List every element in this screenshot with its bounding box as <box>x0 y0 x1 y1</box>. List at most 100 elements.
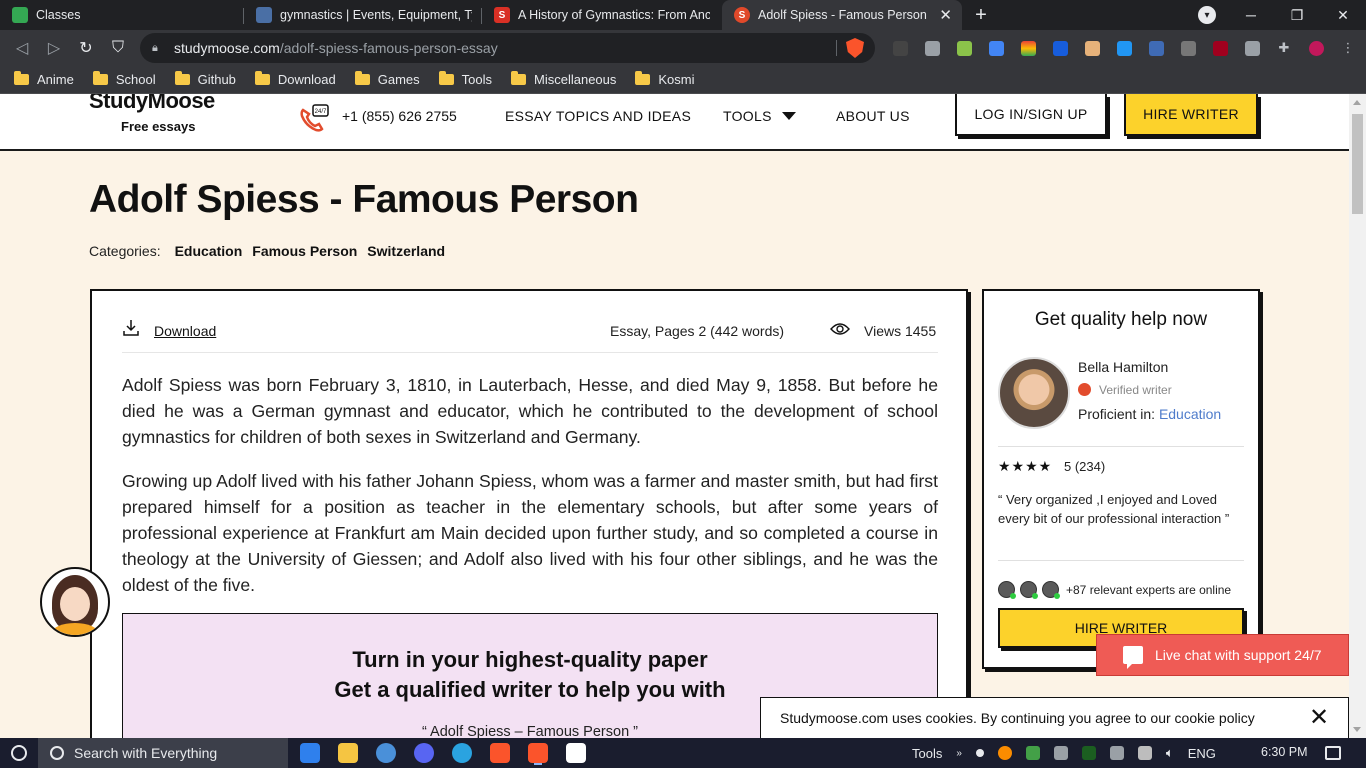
bookmark-folder[interactable]: Miscellaneous <box>511 71 616 87</box>
chrome-tray-icon[interactable] <box>997 746 1012 760</box>
live-chat-button[interactable]: Live chat with support 24/7 <box>1096 634 1349 676</box>
network-icon[interactable] <box>1137 746 1152 760</box>
close-cookie-icon[interactable]: ✕ <box>1308 706 1330 730</box>
folder-icon <box>354 71 370 85</box>
s-logo-icon: S <box>494 7 510 23</box>
clock[interactable]: 6:30 PM <box>1261 745 1308 759</box>
cta-headline: Turn in your highest-quality paper <box>352 647 708 672</box>
nav-about-us[interactable]: ABOUT US <box>836 108 910 124</box>
cookie-text: Studymoose.com uses cookies. By continui… <box>780 710 1255 726</box>
ublock-icon[interactable] <box>1208 36 1232 60</box>
studymoose-favicon-icon: S <box>734 7 750 23</box>
phone-number[interactable]: +1 (855) 626 2755 <box>342 108 457 124</box>
extension-icon[interactable] <box>888 36 912 60</box>
taskbar-search-placeholder: Search with Everything <box>74 745 218 761</box>
browser-tab-strip: Classes gymnastics | Events, Equipment, … <box>0 0 1366 30</box>
extension-icon[interactable] <box>1112 36 1136 60</box>
site-logo[interactable]: StudyMoose <box>89 94 215 114</box>
star-rating-icon: ★★★★ <box>998 458 1053 474</box>
file-explorer-icon[interactable] <box>338 743 358 763</box>
tools-toolbar-label[interactable]: Tools <box>912 746 942 761</box>
notification-icon[interactable] <box>1325 746 1341 760</box>
language-indicator[interactable]: ENG <box>1188 746 1216 761</box>
support-agent-avatar[interactable] <box>40 567 110 637</box>
extensions-row: ✚ ⋮ <box>888 36 1360 60</box>
browser-tab[interactable]: Classes <box>0 0 244 30</box>
steam-icon[interactable] <box>1053 746 1068 760</box>
app-icon[interactable] <box>376 743 396 763</box>
telegram-icon[interactable] <box>452 743 472 763</box>
close-tab-icon[interactable]: ✕ <box>939 6 952 24</box>
bookmark-folder[interactable]: Games <box>354 71 420 87</box>
notion-icon[interactable] <box>566 743 586 763</box>
discord-icon[interactable] <box>414 743 434 763</box>
sidebar-title: Get quality help now <box>1034 309 1208 330</box>
extension-icon[interactable] <box>1080 36 1104 60</box>
start-button[interactable] <box>0 738 38 768</box>
bookmark-folder[interactable]: Tools <box>438 71 492 87</box>
category-link[interactable]: Famous Person <box>252 243 357 259</box>
hire-writer-header-button[interactable]: HIRE WRITER <box>1124 94 1258 136</box>
forward-icon[interactable]: ▷ <box>42 36 66 60</box>
brave-icon[interactable] <box>490 743 510 763</box>
address-bar[interactable]: 🔒︎ studymoose.com/adolf-spiess-famous-pe… <box>140 33 875 63</box>
scroll-up-icon[interactable] <box>1353 100 1361 105</box>
monitor-icon[interactable] <box>1109 746 1124 760</box>
search-icon <box>50 746 64 760</box>
minimize-icon[interactable]: ─ <box>1228 0 1274 30</box>
bookmark-folder[interactable]: Anime <box>14 71 74 87</box>
url-text: studymoose.com/adolf-spiess-famous-perso… <box>174 40 498 56</box>
tray-icon[interactable] <box>975 749 984 757</box>
brave-active-icon[interactable] <box>528 743 548 763</box>
bookmark-folder[interactable]: School <box>92 71 156 87</box>
tab-title: A History of Gymnastics: From Ancient <box>518 8 710 22</box>
bookmark-folder[interactable]: Kosmi <box>635 71 695 87</box>
page-scrollbar[interactable] <box>1349 94 1366 738</box>
back-icon[interactable]: ◁ <box>10 36 34 60</box>
tray-icon[interactable] <box>1025 746 1040 760</box>
menu-icon[interactable]: ⋮ <box>1336 36 1360 60</box>
close-window-icon[interactable]: ✕ <box>1320 0 1366 30</box>
bookmark-folder[interactable]: Github <box>174 71 236 87</box>
nav-essay-topics[interactable]: ESSAY TOPICS AND IDEAS <box>505 108 691 124</box>
taskbar-search[interactable]: Search with Everything <box>38 738 288 768</box>
bookmark-folder[interactable]: Download <box>254 71 336 87</box>
download-link[interactable]: Download <box>154 323 216 339</box>
nav-tools[interactable]: TOOLS <box>723 108 772 124</box>
bitwarden-icon[interactable] <box>1048 36 1072 60</box>
puzzle-icon[interactable]: ✚ <box>1272 36 1296 60</box>
reload-icon[interactable]: ↻ <box>74 36 98 60</box>
experts-online-row: +87 relevant experts are online <box>998 581 1231 599</box>
scrollbar-thumb[interactable] <box>1352 114 1363 214</box>
category-link[interactable]: Switzerland <box>367 243 445 259</box>
camera-icon[interactable] <box>920 36 944 60</box>
folder-icon <box>438 71 454 85</box>
extension-icon[interactable] <box>1016 36 1040 60</box>
tray-icon[interactable] <box>1081 746 1096 760</box>
browser-tab[interactable]: gymnastics | Events, Equipment, Types <box>244 0 482 30</box>
browser-tab[interactable]: S A History of Gymnastics: From Ancient <box>482 0 720 30</box>
category-link[interactable]: Education <box>175 243 243 259</box>
scroll-down-icon[interactable] <box>1353 727 1361 732</box>
browser-tab-active[interactable]: S Adolf Spiess - Famous Person Free ✕ <box>722 0 962 30</box>
categories: Categories: Education Famous Person Swit… <box>89 243 445 259</box>
new-tab-button[interactable]: + <box>970 4 992 26</box>
shield-icon[interactable] <box>1240 36 1264 60</box>
profile-avatar-icon[interactable] <box>1304 36 1328 60</box>
extension-icon[interactable] <box>1144 36 1168 60</box>
volume-icon[interactable]: 🔈︎ <box>1166 745 1174 761</box>
os-taskbar: Search with Everything Tools » 🔈︎ ENG 6:… <box>0 738 1366 768</box>
translate-icon[interactable] <box>984 36 1008 60</box>
vscode-icon[interactable] <box>300 743 320 763</box>
classroom-icon <box>12 7 28 23</box>
proficiency-subject-link[interactable]: Education <box>1159 406 1221 422</box>
caret-down-icon[interactable] <box>782 112 796 120</box>
verified-badge-icon <box>1078 383 1091 396</box>
tab-search-icon[interactable]: ▾ <box>1198 6 1216 24</box>
extension-icon[interactable] <box>952 36 976 60</box>
download-icon[interactable] <box>122 319 140 337</box>
restore-icon[interactable]: ❐ <box>1274 0 1320 30</box>
extension-icon[interactable] <box>1176 36 1200 60</box>
login-signup-button[interactable]: LOG IN/SIGN UP <box>955 94 1107 136</box>
bookmark-icon[interactable]: ⛉ <box>106 36 130 60</box>
